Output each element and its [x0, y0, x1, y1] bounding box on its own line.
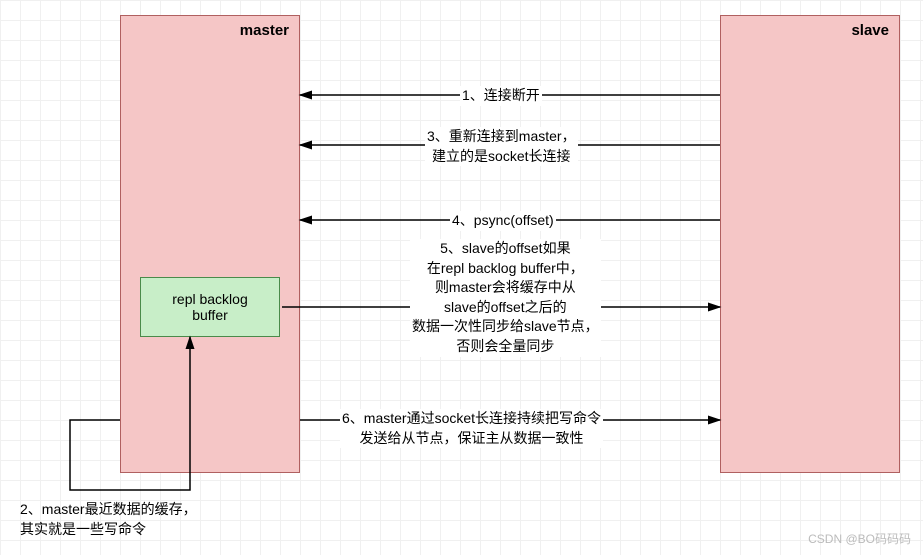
slave-box: slave: [720, 15, 900, 473]
slave-title: slave: [851, 22, 889, 39]
step2-label: 2、master最近数据的缓存，其实就是一些写命令: [20, 500, 197, 539]
step6-label: 6、master通过socket长连接持续把写命令发送给从节点，保证主从数据一致…: [340, 409, 603, 448]
repl-backlog-buffer-box: repl backlogbuffer: [140, 277, 280, 337]
buffer-label: repl backlogbuffer: [172, 291, 248, 323]
step5-label: 5、slave的offset如果在repl backlog buffer中，则m…: [410, 239, 601, 357]
step4-label: 4、psync(offset): [450, 211, 556, 231]
step3-label: 3、重新连接到master，建立的是socket长连接: [425, 127, 578, 166]
step1-label: 1、连接断开: [460, 86, 542, 106]
watermark: CSDN @BO码码码: [808, 530, 911, 547]
master-title: master: [240, 22, 289, 39]
master-box: master: [120, 15, 300, 473]
